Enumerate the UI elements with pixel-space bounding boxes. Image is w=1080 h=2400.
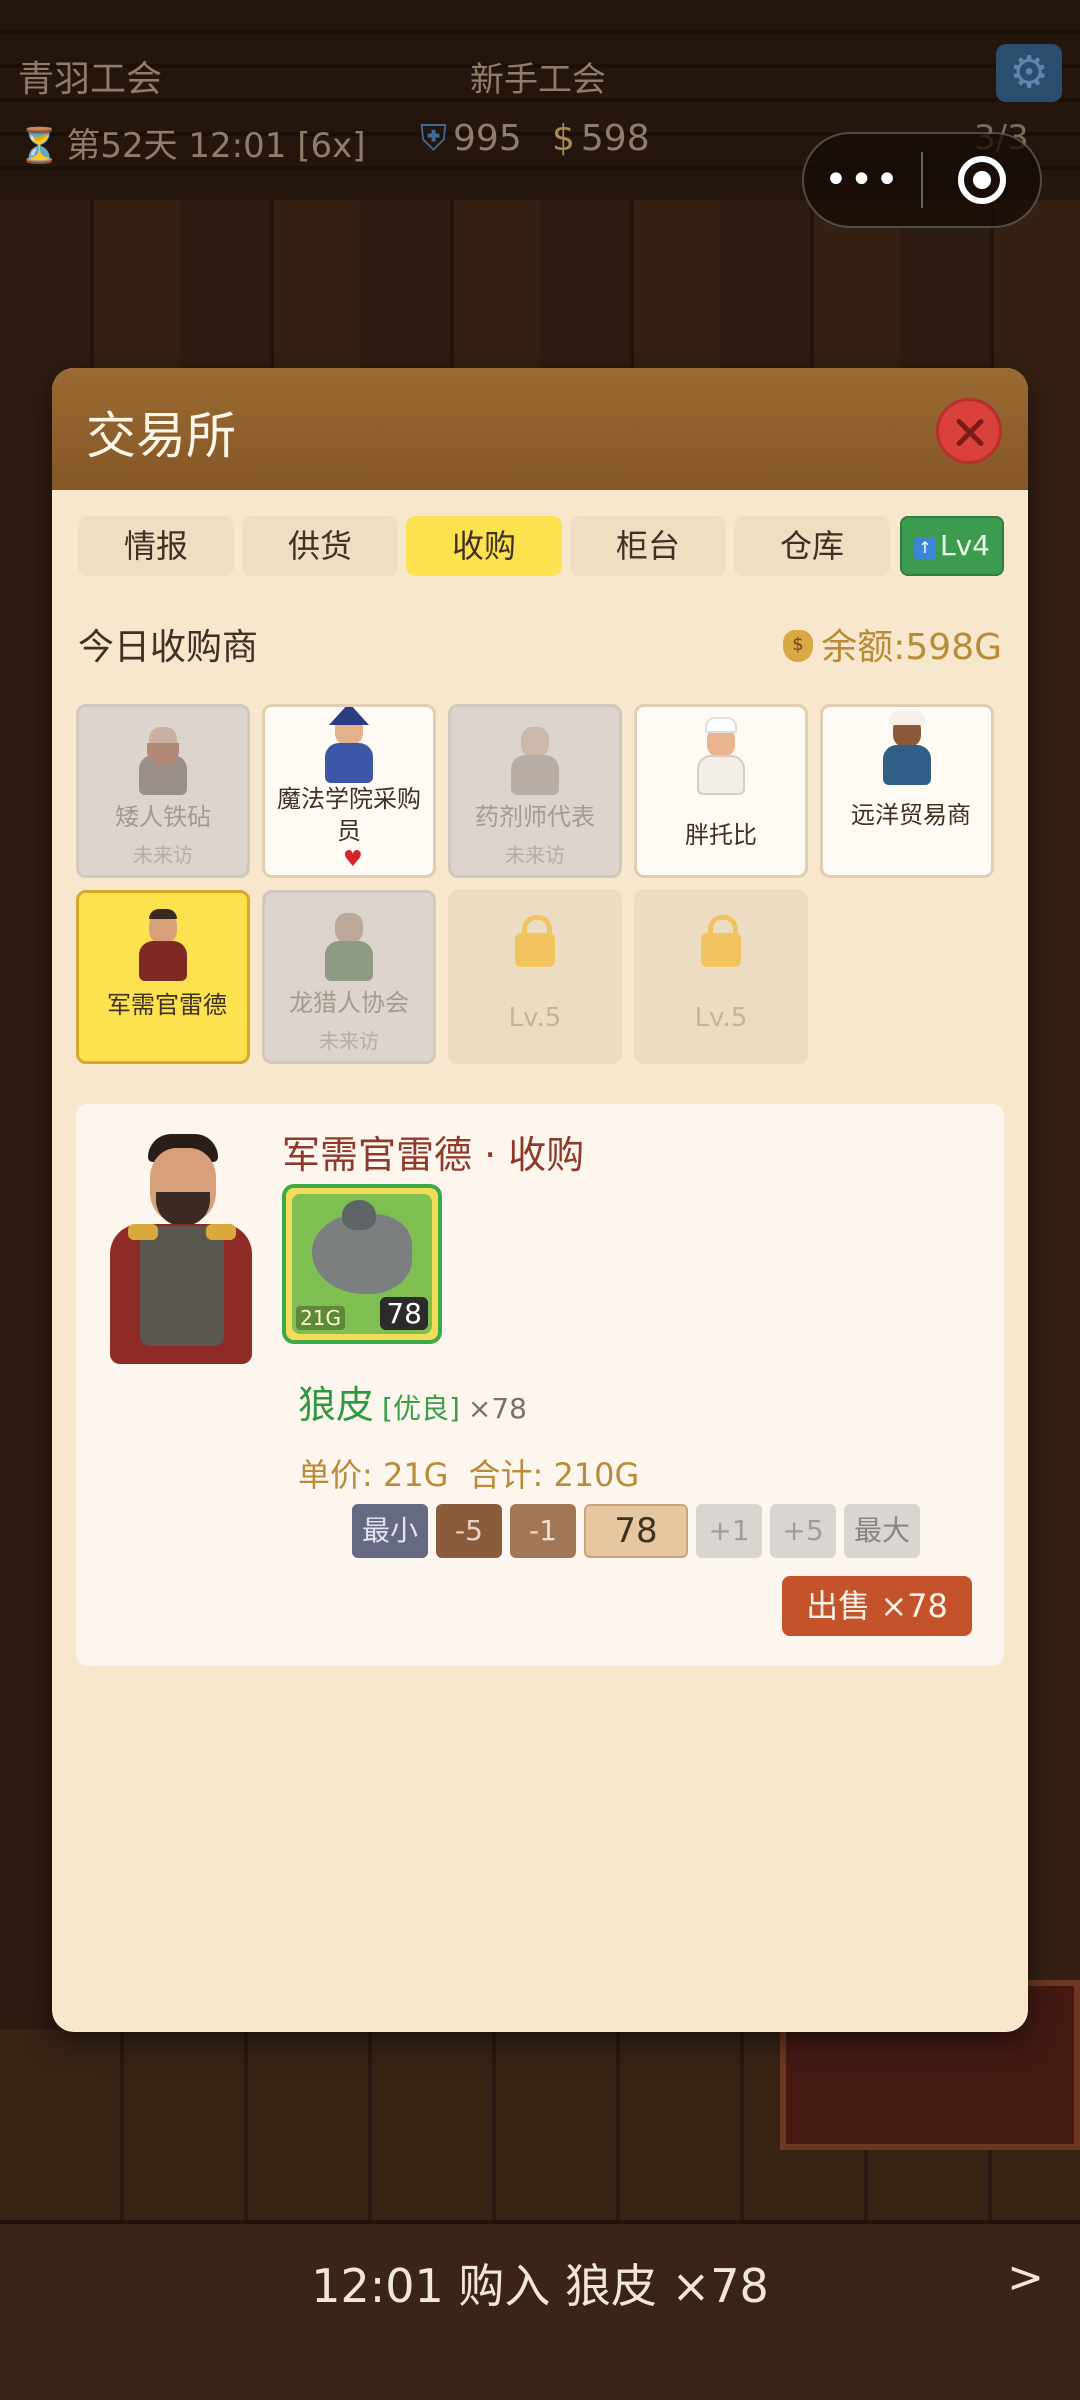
miniprogram-capsule: •••	[802, 132, 1042, 228]
close-miniprogram-button[interactable]	[923, 156, 1040, 204]
up-arrow-icon: ↑	[914, 537, 936, 559]
minus-5-button[interactable]: -5	[436, 1504, 502, 1558]
quartermaster-large-portrait-icon	[106, 1134, 256, 1374]
merchant-card-dragon-hunters[interactable]: 龙猎人协会 未来访	[262, 890, 436, 1064]
dwarf-portrait-icon	[131, 721, 195, 795]
quartermaster-portrait-icon	[131, 907, 195, 981]
balance-text: 余额:598G	[821, 627, 1002, 668]
tab-counter[interactable]: 柜台	[570, 516, 726, 576]
merchant-name: 矮人铁砧	[115, 803, 211, 831]
modal-header: 交易所	[52, 368, 1028, 490]
tab-intel[interactable]: 情报	[78, 516, 234, 576]
min-quantity-button[interactable]: 最小	[352, 1504, 428, 1558]
reputation-value: 995	[453, 118, 522, 159]
shield-icon: ⛨	[420, 118, 448, 159]
price-info: 单价: 21G 合计: 210G	[298, 1450, 639, 1496]
item-price-tag: 21G	[296, 1306, 345, 1330]
unlock-level: Lv.5	[694, 1003, 748, 1033]
item-slot-wolf-pelt[interactable]: 21G 78	[282, 1184, 442, 1344]
quantity-field[interactable]: 78	[584, 1504, 688, 1558]
merchant-status: 未来访	[319, 1029, 379, 1053]
modal-title: 交易所	[86, 407, 236, 465]
level-upgrade-button[interactable]: ↑ Lv4	[900, 516, 1004, 576]
merchant-card-dwarf-anvil[interactable]: 矮人铁砧 未来访	[76, 704, 250, 878]
merchant-card-apothecary[interactable]: 药剂师代表 未来访	[448, 704, 622, 878]
merchant-name: 药剂师代表	[475, 803, 595, 831]
item-image: 21G 78	[292, 1194, 432, 1334]
section-title: 今日收购商	[78, 627, 259, 668]
quantity-stepper: 最小 -5 -1 78 +1 +5 最大	[352, 1504, 920, 1558]
unlock-level: Lv.5	[508, 1003, 562, 1033]
hunter-portrait-icon	[317, 907, 381, 981]
exchange-modal: 交易所 情报 供货 收购 柜台 仓库 ↑Lv4 今日收购商 余额:598G 矮人…	[52, 368, 1028, 2032]
merchant-name: 魔法学院采购员	[277, 785, 421, 845]
merchant-detail-panel: 军需官雷德 · 收购 21G 78 狼皮 [优良] ×78 单价: 21G 合计: 2…	[76, 1104, 1004, 1666]
total-price: 合计: 210G	[468, 1456, 640, 1494]
next-log-button[interactable]: >	[1007, 2252, 1044, 2303]
merchant-name: 胖托比	[685, 821, 757, 849]
trader-portrait-icon	[875, 711, 939, 785]
minus-1-button[interactable]: -1	[510, 1504, 576, 1558]
heart-icon: ♥	[343, 847, 363, 872]
merchant-card-quartermaster-reid[interactable]: 军需官雷德	[76, 890, 250, 1064]
unit-price: 单价: 21G	[298, 1456, 449, 1494]
settings-gear-icon[interactable]: ⚙	[996, 44, 1062, 102]
detail-title: 军需官雷德 · 收购	[282, 1133, 585, 1177]
merchant-status: 未来访	[133, 843, 193, 867]
guild-name: 青羽工会	[18, 59, 163, 100]
hourglass-icon: ⏳	[18, 126, 61, 166]
guild-rank: 新手工会	[470, 60, 606, 100]
chef-portrait-icon	[689, 717, 753, 795]
gold-display: $598	[552, 118, 650, 159]
plus-5-button[interactable]: +5	[770, 1504, 836, 1558]
event-log-text: 12:01 购入 狼皮 ×78	[311, 2259, 769, 2313]
merchant-status: 未来访	[505, 843, 565, 867]
reputation-display: ⛨ 995	[420, 118, 522, 160]
tab-purchase[interactable]: 收购	[406, 516, 562, 576]
item-info: 狼皮 [优良] ×78	[298, 1374, 527, 1429]
money-bag-icon: $	[552, 118, 575, 159]
item-quantity-badge: 78	[380, 1297, 428, 1330]
level-label: Lv4	[940, 529, 990, 562]
item-quality: [优良]	[382, 1392, 460, 1425]
sell-button[interactable]: 出售 ×78	[782, 1576, 972, 1636]
more-menu-button[interactable]: •••	[804, 157, 921, 203]
wizard-portrait-icon	[317, 707, 381, 783]
tab-supply[interactable]: 供货	[242, 516, 398, 576]
plus-1-button[interactable]: +1	[696, 1504, 762, 1558]
gold-value: 598	[580, 118, 650, 159]
merchant-slot-locked-1: Lv.5	[448, 890, 622, 1064]
tab-bar: 情报 供货 收购 柜台 仓库	[78, 516, 890, 576]
lock-icon	[515, 915, 555, 967]
day-time-text: 第52天 12:01 [6x]	[66, 126, 366, 166]
merchant-card-magic-academy[interactable]: 魔法学院采购员 ♥	[262, 704, 436, 878]
merchant-name: 远洋贸易商	[851, 801, 971, 829]
lock-icon	[701, 915, 741, 967]
item-name: 狼皮	[298, 1383, 375, 1427]
money-bag-icon	[783, 630, 814, 662]
balance-display: 余额:598G	[783, 618, 1002, 670]
merchant-name: 军需官雷德	[107, 991, 227, 1019]
merchant-slot-locked-2: Lv.5	[634, 890, 808, 1064]
merchant-card-chubby-toby[interactable]: 胖托比	[634, 704, 808, 878]
tab-warehouse[interactable]: 仓库	[734, 516, 890, 576]
wolf-pelt-icon	[312, 1200, 412, 1294]
max-quantity-button[interactable]: 最大	[844, 1504, 920, 1558]
merchant-card-ocean-trader[interactable]: 远洋贸易商	[820, 704, 994, 878]
target-icon	[957, 156, 1006, 204]
apothecary-portrait-icon	[503, 721, 567, 795]
merchant-name: 龙猎人协会	[289, 989, 409, 1017]
item-multiplier: ×78	[467, 1392, 527, 1425]
close-icon[interactable]	[936, 398, 1002, 464]
day-time-display: ⏳ 第52天 12:01 [6x]	[18, 118, 366, 167]
